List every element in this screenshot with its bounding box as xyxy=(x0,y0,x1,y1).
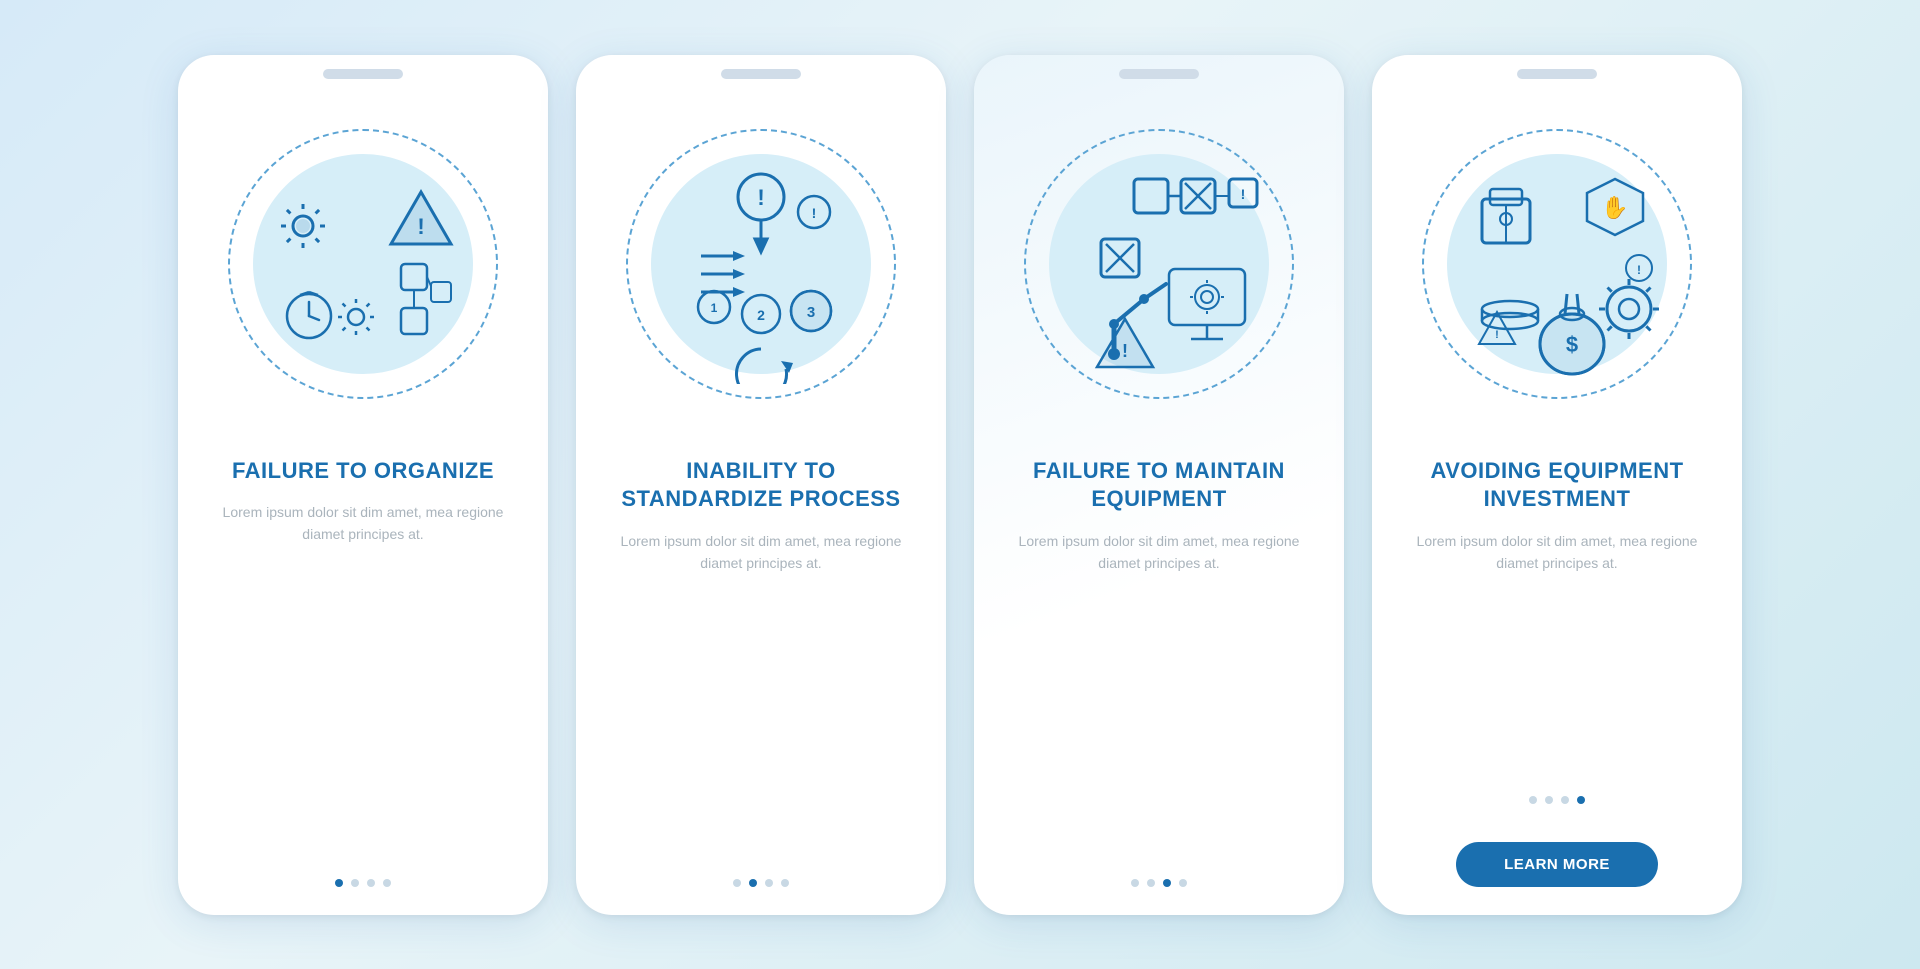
card-3-body: Lorem ipsum dolor sit dim amet, mea regi… xyxy=(974,530,1344,575)
cards-container: ! FAILURE T xyxy=(138,15,1782,955)
icon-area-2: ! xyxy=(576,79,946,449)
svg-text:!: ! xyxy=(417,214,424,239)
card-3-bottom xyxy=(974,879,1344,915)
svg-text:1: 1 xyxy=(711,301,718,315)
icon-area-4: ✋ $ xyxy=(1372,79,1742,449)
dot-2-1[interactable] xyxy=(733,879,741,887)
card-3-icon: ! xyxy=(1039,144,1279,384)
card-3-title: FAILURE TO MAINTAIN EQUIPMENT xyxy=(974,457,1344,514)
phone-card-3: ! xyxy=(974,55,1344,915)
phone-notch-4 xyxy=(1517,69,1597,79)
card-2-body: Lorem ipsum dolor sit dim amet, mea regi… xyxy=(576,530,946,575)
card-3-dots xyxy=(1131,879,1187,887)
dot-3-4[interactable] xyxy=(1179,879,1187,887)
svg-text:2: 2 xyxy=(757,307,765,323)
svg-text:✋: ✋ xyxy=(1601,195,1628,220)
svg-text:!: ! xyxy=(812,205,817,221)
icon-area-1: ! xyxy=(178,79,548,449)
card-4-title: AVOIDING EQUIPMENT INVESTMENT xyxy=(1372,457,1742,514)
dot-1-3[interactable] xyxy=(367,879,375,887)
dot-3-1[interactable] xyxy=(1131,879,1139,887)
dot-3-2[interactable] xyxy=(1147,879,1155,887)
svg-text:!: ! xyxy=(1122,341,1128,361)
icon-area-3: ! xyxy=(974,79,1344,449)
card-1-body: Lorem ipsum dolor sit dim amet, mea regi… xyxy=(178,501,548,546)
card-1-bottom xyxy=(178,879,548,915)
dot-4-2[interactable] xyxy=(1545,796,1553,804)
dot-2-3[interactable] xyxy=(765,879,773,887)
svg-text:!: ! xyxy=(757,185,764,210)
phone-notch-1 xyxy=(323,69,403,79)
card-2-bottom xyxy=(576,879,946,915)
card-4-dots xyxy=(1529,796,1585,804)
svg-text:!: ! xyxy=(1495,329,1499,341)
svg-text:3: 3 xyxy=(807,304,815,321)
dot-4-1[interactable] xyxy=(1529,796,1537,804)
phone-card-1: ! FAILURE T xyxy=(178,55,548,915)
card-2-dots xyxy=(733,879,789,887)
phone-notch-2 xyxy=(721,69,801,79)
svg-text:!: ! xyxy=(1637,263,1641,277)
card-4-icon: ✋ $ xyxy=(1437,144,1677,384)
dot-1-2[interactable] xyxy=(351,879,359,887)
dot-4-4[interactable] xyxy=(1577,796,1585,804)
dot-2-4[interactable] xyxy=(781,879,789,887)
card-4-body: Lorem ipsum dolor sit dim amet, mea regi… xyxy=(1372,530,1742,575)
phone-card-4: ✋ $ xyxy=(1372,55,1742,915)
card-1-title: FAILURE TO ORGANIZE xyxy=(202,457,524,486)
card-2-icon: ! xyxy=(641,144,881,384)
card-1-dots xyxy=(335,879,391,887)
dot-2-2[interactable] xyxy=(749,879,757,887)
learn-more-button[interactable]: LEARN MORE xyxy=(1456,842,1658,887)
dot-1-4[interactable] xyxy=(383,879,391,887)
svg-text:!: ! xyxy=(1241,186,1246,202)
svg-text:$: $ xyxy=(1566,332,1578,357)
card-4-bottom: LEARN MORE xyxy=(1372,796,1742,915)
dot-1-1[interactable] xyxy=(335,879,343,887)
phone-card-2: ! xyxy=(576,55,946,915)
dot-3-3[interactable] xyxy=(1163,879,1171,887)
card-2-title: INABILITY TO STANDARDIZE PROCESS xyxy=(576,457,946,514)
card-1-icon: ! xyxy=(243,144,483,384)
phone-notch-3 xyxy=(1119,69,1199,79)
dot-4-3[interactable] xyxy=(1561,796,1569,804)
